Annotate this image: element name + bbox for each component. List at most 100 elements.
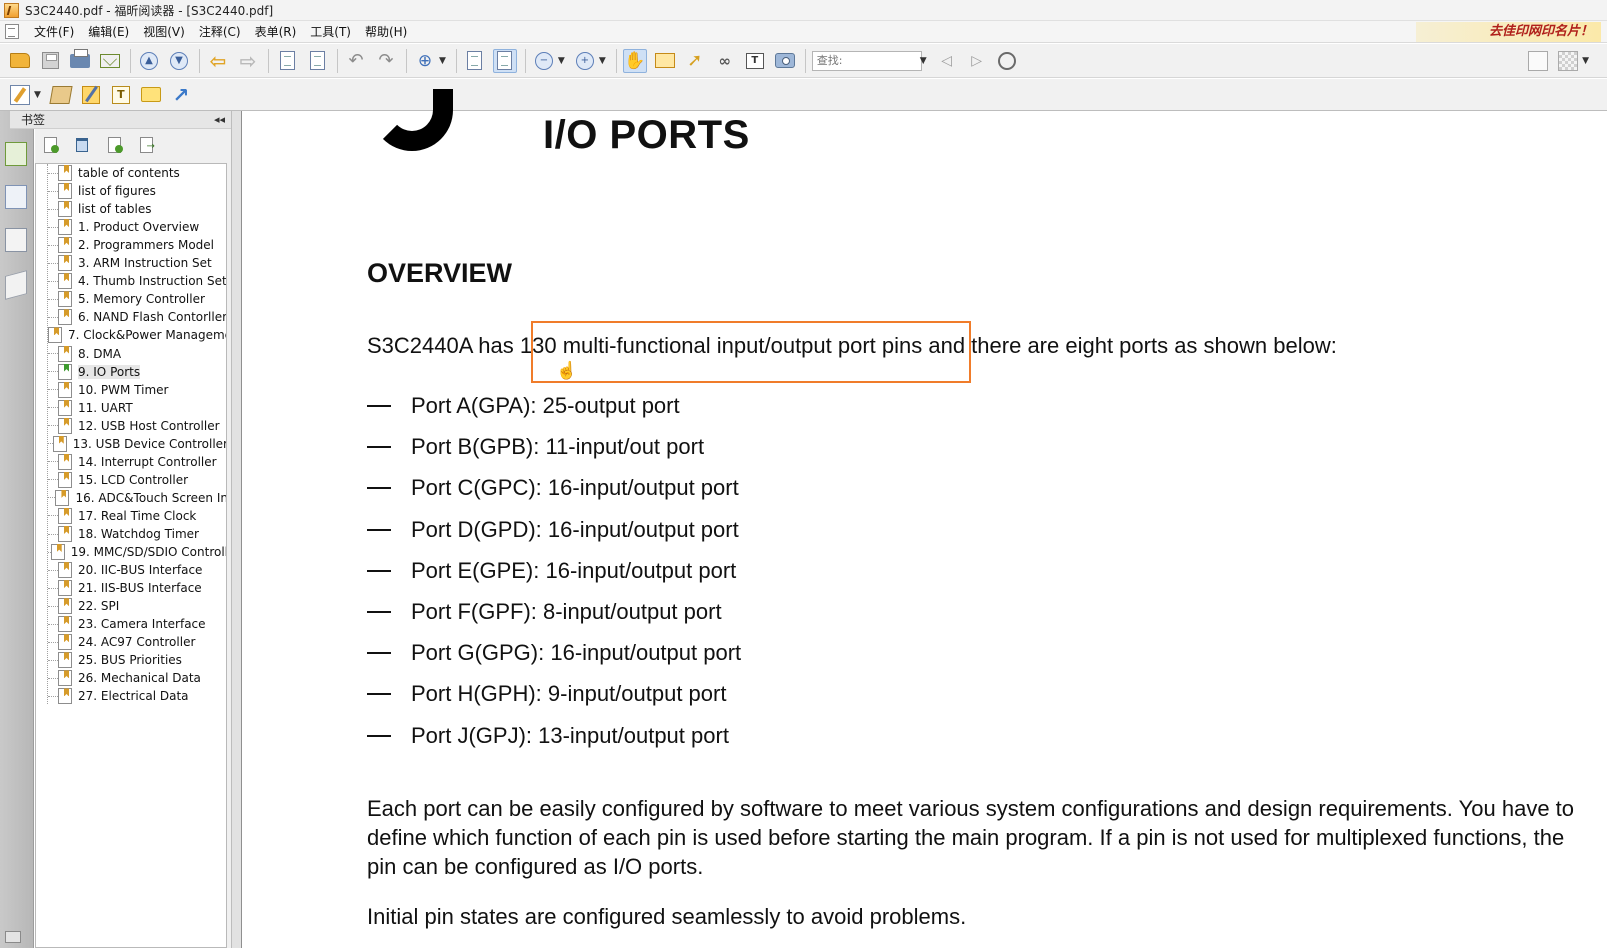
bookmark-item[interactable]: 12. USB Host Controller (36, 417, 226, 435)
bookmark-item[interactable]: table of contents (36, 164, 226, 182)
bookmark-item[interactable]: 8. DMA (36, 345, 226, 363)
annotations-tab-icon[interactable] (5, 228, 27, 252)
find-button[interactable]: ∞ (713, 49, 737, 73)
delete-bookmark-button[interactable] (72, 135, 92, 155)
bookmark-item[interactable]: 17. Real Time Clock (36, 507, 226, 525)
bookmarks-toolbar (35, 131, 231, 159)
bookmark-item[interactable]: 13. USB Device Controller (36, 435, 226, 453)
redo-button[interactable]: ↷ (374, 49, 398, 73)
bookmark-expand-button[interactable] (40, 135, 60, 155)
menu-form[interactable]: 表单(R) (248, 21, 304, 43)
zoom-in-button[interactable]: + (573, 49, 597, 73)
bookmark-item[interactable]: 18. Watchdog Timer (36, 525, 226, 543)
open-button[interactable] (8, 49, 32, 73)
document-icon[interactable] (5, 24, 19, 39)
bookmark-item[interactable]: 14. Interrupt Controller (36, 453, 226, 471)
bookmark-item[interactable]: 2. Programmers Model (36, 236, 226, 254)
save-button[interactable] (38, 49, 62, 73)
hand-tool-button[interactable]: ✋ (622, 48, 647, 73)
bookmark-item[interactable]: 23. Camera Interface (36, 615, 226, 633)
find-next-button[interactable]: ▷ (965, 49, 989, 73)
comment-tool-button[interactable] (139, 83, 163, 107)
find-previous-button[interactable]: ◁ (935, 49, 959, 73)
toolbar-options-dropdown-icon[interactable]: ▼ (1582, 56, 1589, 66)
next-page-button[interactable]: ▼ (167, 49, 191, 73)
menu-file[interactable]: 文件(F) (27, 21, 81, 43)
note-dropdown-icon[interactable]: ▼ (34, 90, 41, 100)
ad-banner[interactable]: 去佳印网印名片！ (1416, 22, 1601, 42)
bookmark-item[interactable]: 24. AC97 Controller (36, 633, 226, 651)
note-tool-button[interactable] (8, 83, 32, 107)
email-button[interactable] (98, 49, 122, 73)
highlight-tool-button[interactable] (79, 83, 103, 107)
background-button[interactable] (1556, 49, 1580, 73)
bookmark-item[interactable]: list of figures (36, 182, 226, 200)
select-annotation-button[interactable]: ➚ (683, 49, 707, 73)
bookmark-item[interactable]: 4. Thumb Instruction Set (36, 272, 226, 290)
bookmark-icon (48, 327, 62, 344)
collapse-panel-icon[interactable]: ◂◂ (214, 111, 225, 129)
menu-edit[interactable]: 编辑(E) (81, 21, 136, 43)
bookmark-item[interactable]: 5. Memory Controller (36, 290, 226, 308)
menu-comment[interactable]: 注释(C) (192, 21, 248, 43)
menu-help[interactable]: 帮助(H) (358, 21, 414, 43)
previous-page-button[interactable]: ▲ (137, 49, 161, 73)
pages-tab-icon[interactable] (5, 185, 27, 209)
bookmark-item[interactable]: 19. MMC/SD/SDIO Controll (36, 543, 226, 561)
bookmark-tree[interactable]: table of contents list of figures list of … (35, 163, 227, 948)
bookmark-icon (58, 634, 72, 651)
bookmark-item[interactable]: 15. LCD Controller (36, 471, 226, 489)
search-input[interactable] (811, 50, 922, 71)
search-dropdown-icon[interactable]: ▼ (920, 56, 927, 66)
layout-button[interactable] (1526, 49, 1550, 73)
zoom-out-button[interactable]: − (532, 49, 556, 73)
zoom-in-dropdown-icon[interactable]: ▼ (599, 56, 606, 66)
arrow-tool-button[interactable]: ↗ (169, 83, 193, 107)
extract-pages-button[interactable] (275, 49, 299, 73)
fit-width-button[interactable] (492, 48, 517, 73)
snapshot-button[interactable] (773, 49, 797, 73)
bookmark-item[interactable]: 25. BUS Priorities (36, 651, 226, 669)
bookmark-item[interactable]: 1. Product Overview (36, 218, 226, 236)
bookmark-item[interactable]: 9. IO Ports (36, 363, 226, 381)
menu-view[interactable]: 视图(V) (136, 21, 192, 43)
bookmark-item[interactable]: 26. Mechanical Data (36, 669, 226, 687)
zoom-dropdown-icon[interactable]: ▼ (439, 56, 446, 66)
camera-icon (774, 53, 795, 68)
bookmark-icon (58, 255, 72, 272)
add-bookmark-button[interactable] (104, 135, 124, 155)
text-viewer-button[interactable]: T (743, 49, 767, 73)
move-bookmark-button[interactable] (136, 135, 156, 155)
panel-splitter[interactable] (231, 111, 242, 948)
undo-button[interactable]: ↶ (344, 49, 368, 73)
typewriter-tool-button[interactable]: T (109, 83, 133, 107)
bookmark-item[interactable]: 22. SPI (36, 597, 226, 615)
insert-pages-button[interactable] (305, 49, 329, 73)
zoom-tool-button[interactable]: ⊕ (413, 49, 437, 73)
tree-connector (48, 190, 58, 192)
bookmark-item[interactable]: 21. IIS-BUS Interface (36, 579, 226, 597)
attachments-tab-icon[interactable] (5, 931, 21, 943)
zoom-out-dropdown-icon[interactable]: ▼ (558, 56, 565, 66)
bookmark-item[interactable]: 20. IIC-BUS Interface (36, 561, 226, 579)
select-text-button[interactable] (653, 49, 677, 73)
bookmark-item[interactable]: 3. ARM Instruction Set (36, 254, 226, 272)
bookmark-item[interactable]: 6. NAND Flash Contorller (36, 308, 226, 326)
bookmark-item[interactable]: 7. Clock&Power Manageme (36, 326, 226, 344)
document-page[interactable]: I/O PORTS OVERVIEW S3C2440A has 130 mult… (243, 89, 1607, 948)
back-button[interactable]: ⇦ (206, 49, 230, 73)
fit-page-button[interactable] (463, 49, 487, 73)
bookmark-item[interactable]: 11. UART (36, 399, 226, 417)
layers-tab-icon[interactable] (5, 270, 27, 300)
stamp-tool-button[interactable] (49, 83, 73, 107)
search-options-button[interactable] (995, 49, 1019, 73)
bookmarks-tab-icon[interactable] (5, 142, 27, 166)
forward-button[interactable]: ⇨ (236, 49, 260, 73)
menu-tools[interactable]: 工具(T) (303, 21, 358, 43)
bookmark-item[interactable]: 27. Electrical Data (36, 687, 226, 705)
bookmark-item[interactable]: list of tables (36, 200, 226, 218)
bookmark-item[interactable]: 16. ADC&Touch Screen In (36, 489, 226, 507)
bookmark-item[interactable]: 10. PWM Timer (36, 381, 226, 399)
print-button[interactable] (68, 48, 92, 73)
tree-connector (48, 623, 58, 625)
